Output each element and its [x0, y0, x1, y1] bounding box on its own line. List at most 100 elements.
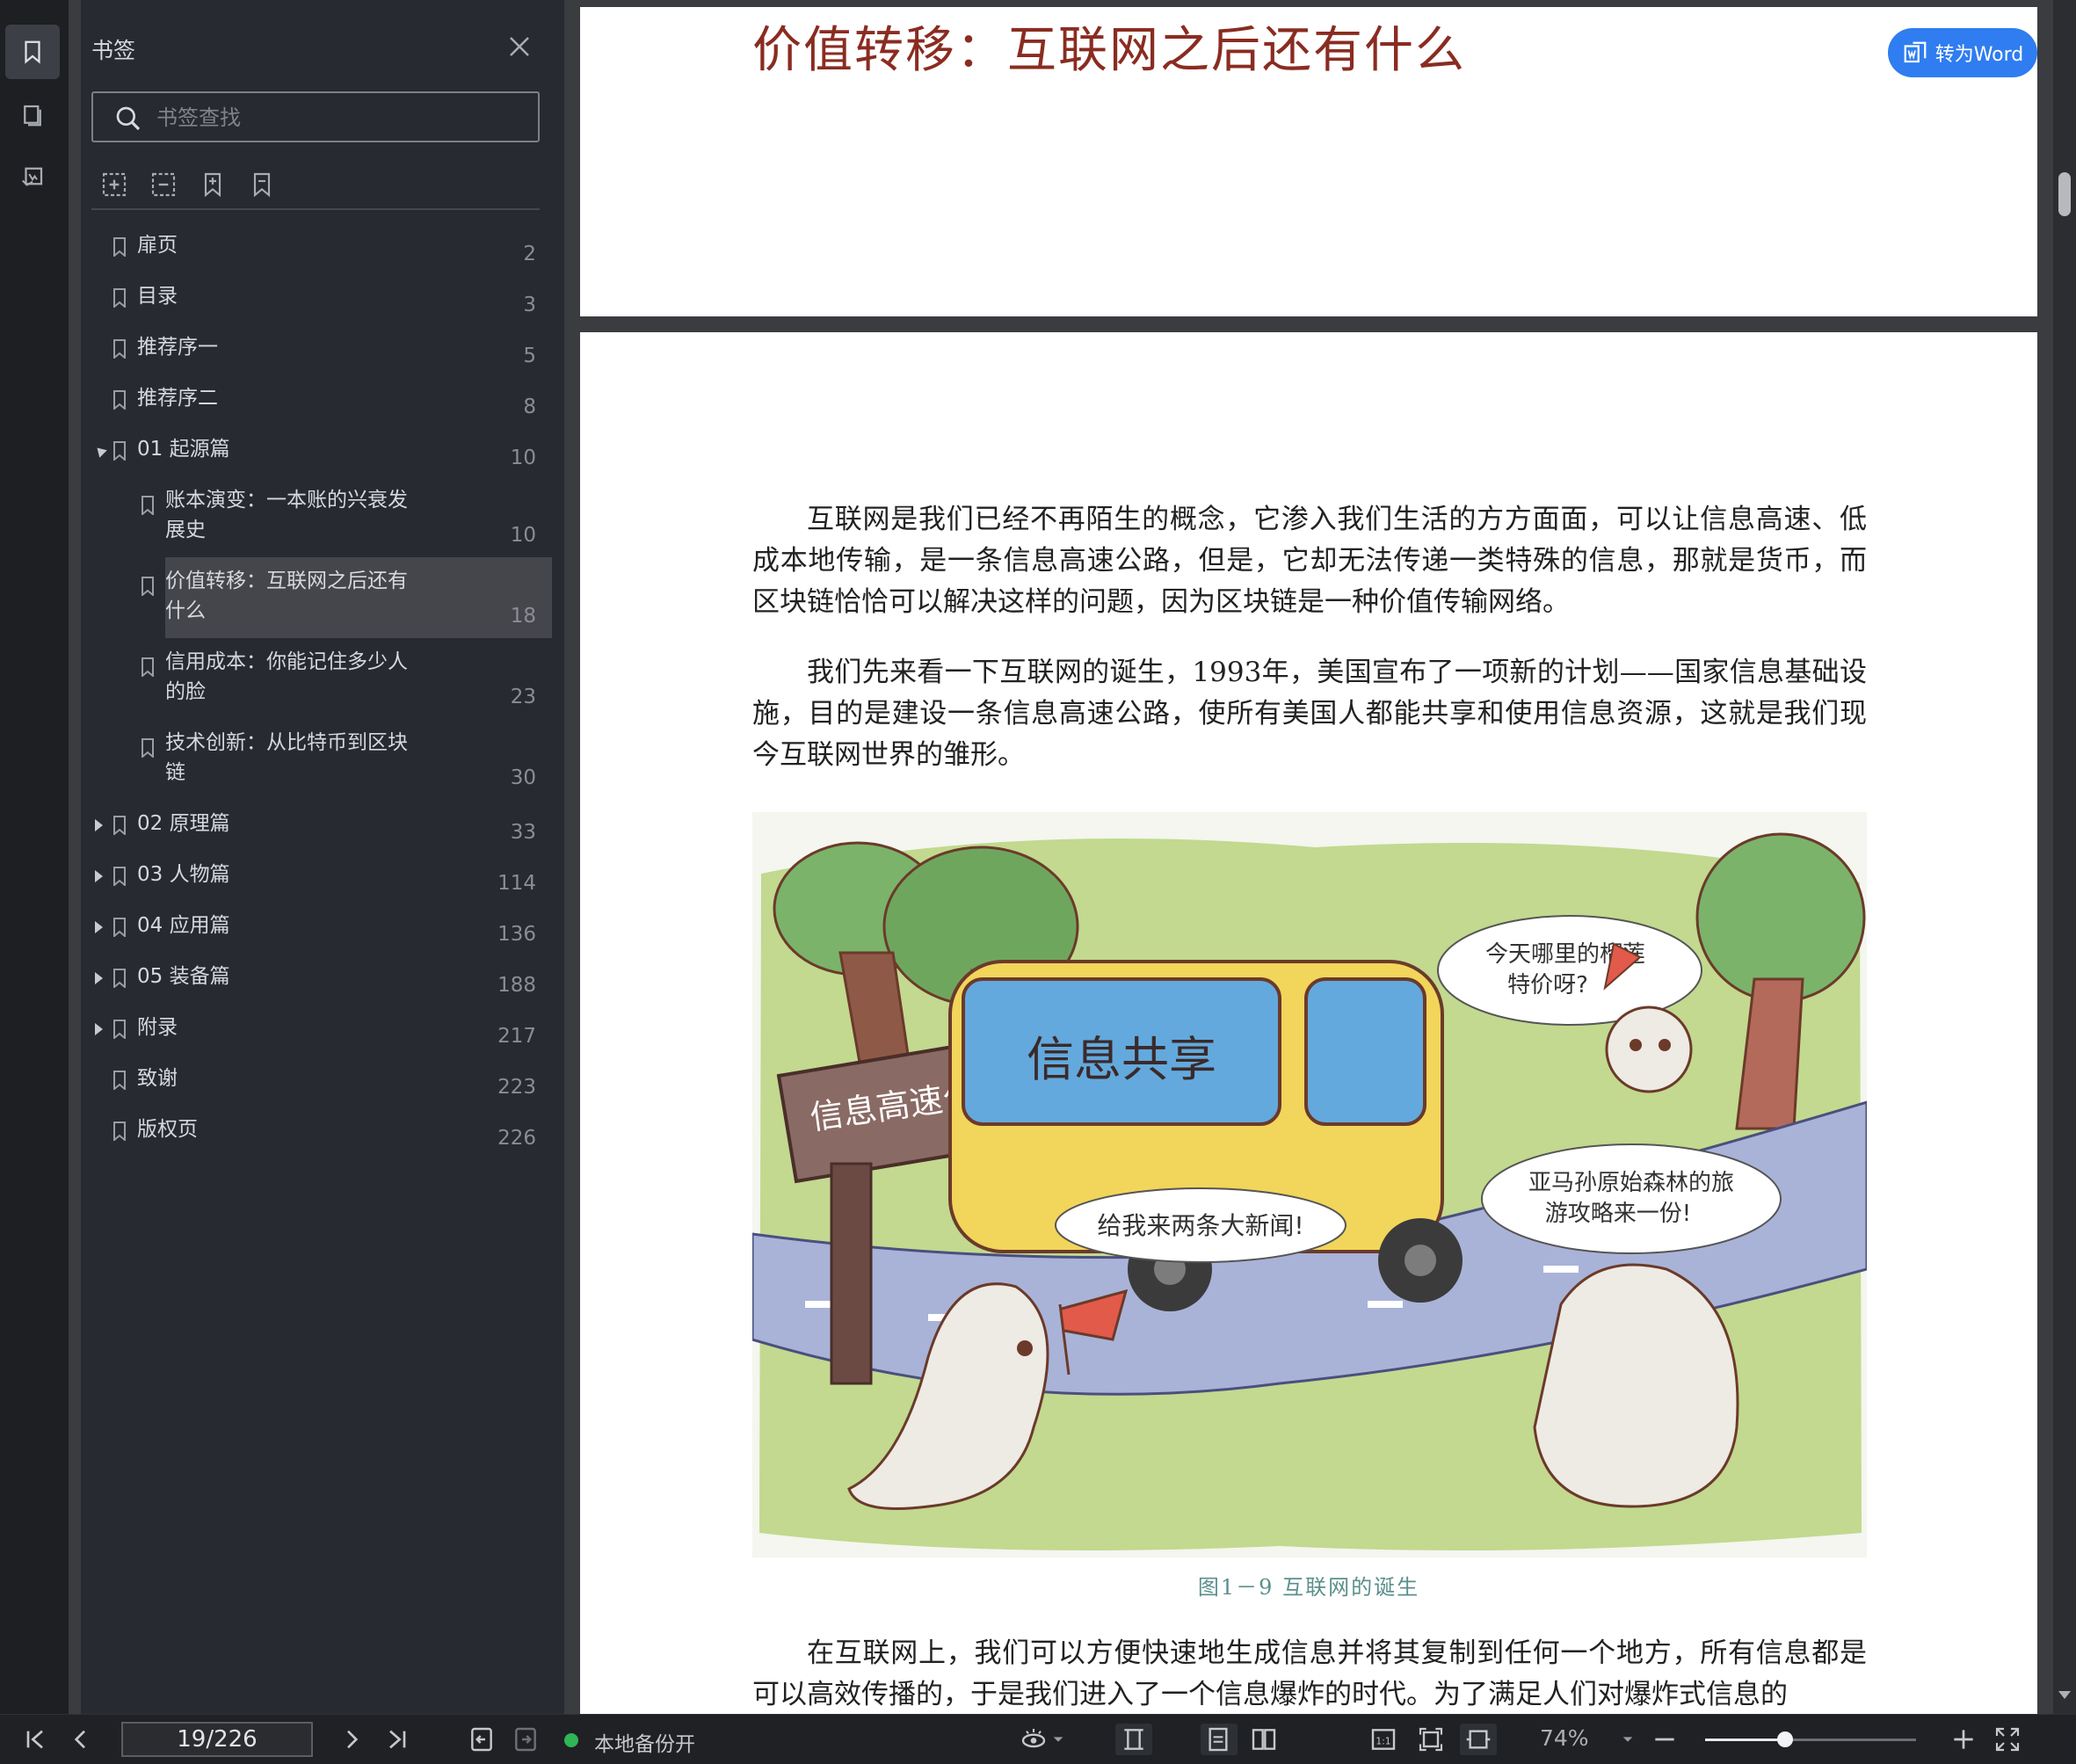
- bookmark-icon: [142, 577, 154, 596]
- bookmark-item[interactable]: 01 起源篇 10: [81, 425, 552, 476]
- bookmark-label: 附录: [137, 1016, 178, 1039]
- bookmark-label-line: 什么: [165, 599, 206, 622]
- panel-title: 书签: [91, 38, 136, 63]
- status-bar: 19/226 本地备份开 1:1 74%: [0, 1714, 2076, 1764]
- zoom-slider[interactable]: [1705, 1731, 1916, 1747]
- bookmark-page-number: 136: [497, 923, 536, 946]
- remove-bookmark-icon[interactable]: [248, 171, 276, 199]
- fit-page-icon[interactable]: [1417, 1725, 1445, 1753]
- bubble-right-line-1: 亚马孙原始森林的旅: [1528, 1170, 1734, 1196]
- bookmark-item[interactable]: 附录 217: [81, 1004, 552, 1055]
- zoom-in-icon[interactable]: [1949, 1725, 1978, 1753]
- bookmark-label: 推荐序一: [137, 336, 218, 359]
- collapsed-arrow-icon[interactable]: [95, 1023, 103, 1035]
- bookmark-label: 账本演变：一本账的兴衰发 展史: [165, 485, 408, 545]
- page-number-input[interactable]: 19/226: [121, 1722, 313, 1757]
- bubble-left-text: 给我来两条大新闻!: [1097, 1211, 1303, 1240]
- bookmark-item[interactable]: 03 人物篇 114: [81, 851, 552, 902]
- two-page-icon[interactable]: [1250, 1725, 1278, 1753]
- bubble-top-line-2: 特价呀?: [1507, 972, 1588, 998]
- actual-size-icon[interactable]: 1:1: [1369, 1725, 1397, 1753]
- back-view-icon[interactable]: [468, 1725, 496, 1753]
- bookmark-label: 03 人物篇: [137, 863, 230, 886]
- bookmark-tree: 扉页 2 目录 3 推荐序一 5 推荐序二 8 01 起源篇 10 账本演变：一本账的兴衰发 展史 10…: [81, 221, 564, 1157]
- fit-width-icon[interactable]: [1464, 1725, 1492, 1753]
- vertical-scrollbar[interactable]: [2053, 0, 2076, 1714]
- bookmark-label-line: 价值转移：互联网之后还有: [165, 570, 408, 592]
- zoom-level-text[interactable]: 74%: [1540, 1725, 1589, 1751]
- zoom-chevron-down-icon[interactable]: [1621, 1725, 1635, 1753]
- bookmark-page-number: 188: [497, 974, 536, 997]
- bookmark-search-box: [91, 91, 540, 142]
- svg-text:游攻略来一份!: 游攻略来一份!: [1545, 1201, 1691, 1227]
- collapsed-arrow-icon[interactable]: [95, 921, 103, 933]
- annotation-panel-button[interactable]: [5, 151, 60, 206]
- bookmark-label: 02 原理篇: [137, 812, 230, 835]
- bookmark-page-number: 10: [510, 524, 536, 547]
- svg-text:1:1: 1:1: [1376, 1735, 1390, 1746]
- bookmark-label: 05 装备篇: [137, 965, 230, 988]
- thumbnail-panel-button[interactable]: [5, 88, 60, 142]
- bookmark-item[interactable]: 04 应用篇 136: [81, 902, 552, 953]
- convert-to-word-label: 转为Word: [1934, 44, 2024, 66]
- collapsed-arrow-icon[interactable]: [95, 819, 103, 831]
- expanded-arrow-icon[interactable]: [93, 444, 107, 458]
- scroll-down-arrow-icon[interactable]: [2058, 1691, 2071, 1699]
- bookmark-search-input[interactable]: [155, 100, 527, 135]
- scroll-thumb[interactable]: [2058, 172, 2071, 216]
- bubble-right-line-2: 游攻略来一份!: [1545, 1201, 1691, 1227]
- bookmark-page-number: 223: [497, 1076, 536, 1099]
- bookmark-item[interactable]: 05 装备篇 188: [81, 953, 552, 1004]
- zoom-slider-handle[interactable]: [1777, 1731, 1794, 1747]
- forward-view-icon[interactable]: [512, 1725, 540, 1753]
- collapsed-arrow-icon[interactable]: [95, 972, 103, 984]
- document-view[interactable]: 价值转移：互联网之后还有什么 互联网是我们已经不再陌生的概念，它渗入我们生活的方…: [564, 0, 2053, 1714]
- last-page-icon[interactable]: [383, 1725, 411, 1753]
- bookmark-page-number: 226: [497, 1127, 536, 1150]
- panel-divider: [91, 208, 540, 210]
- bookmark-icon: [113, 1020, 126, 1039]
- svg-text:特价呀?: 特价呀?: [1507, 972, 1588, 998]
- fullscreen-icon[interactable]: [1993, 1725, 2022, 1753]
- bookmark-item[interactable]: 技术创新：从比特币到区块链 30: [81, 719, 552, 800]
- bookmark-item[interactable]: 致谢 223: [81, 1055, 552, 1106]
- bookmark-page-number: 3: [523, 294, 536, 316]
- bookmark-label-line: 技术创新：从比特币到区块: [165, 731, 408, 754]
- bookmark-page-number: 114: [497, 872, 536, 895]
- bookmark-item[interactable]: 信用成本：你能记住多少人 的脸 23: [81, 638, 552, 719]
- zoom-out-icon[interactable]: [1651, 1725, 1679, 1753]
- bookmark-icon: [113, 867, 126, 886]
- bookmark-icon: [113, 816, 126, 835]
- bookmark-icon: [113, 969, 126, 988]
- bookmark-panel-button[interactable]: [5, 25, 60, 79]
- close-icon[interactable]: [506, 33, 533, 60]
- eye-care-icon[interactable]: [1020, 1725, 1048, 1753]
- bookmark-page-number: 2: [523, 243, 536, 265]
- bookmark-item[interactable]: 价值转移：互联网之后还有 什么 18: [142, 557, 552, 638]
- bookmark-icon: [25, 40, 40, 64]
- next-page-icon[interactable]: [338, 1725, 366, 1753]
- bookmark-item[interactable]: 账本演变：一本账的兴衰发 展史 10: [81, 476, 552, 557]
- bookmark-page-number: 23: [510, 686, 536, 708]
- chevron-down-icon[interactable]: [1051, 1725, 1065, 1753]
- backup-status-text[interactable]: 本地备份开: [594, 1727, 695, 1757]
- bookmark-item[interactable]: 目录 3: [81, 272, 552, 323]
- single-page-icon[interactable]: [1204, 1725, 1232, 1753]
- expand-all-icon[interactable]: [100, 171, 128, 199]
- bookmark-icon: [113, 1122, 126, 1141]
- previous-page-icon[interactable]: [67, 1725, 95, 1753]
- add-bookmark-icon[interactable]: [199, 171, 227, 199]
- first-page-icon[interactable]: [21, 1725, 49, 1753]
- bookmark-item[interactable]: 推荐序一 5: [81, 323, 552, 374]
- collapse-all-icon[interactable]: [149, 171, 178, 199]
- bookmark-item[interactable]: 扉页 2: [81, 221, 552, 272]
- collapsed-arrow-icon[interactable]: [95, 870, 103, 882]
- convert-to-word-button[interactable]: 转为Word: [1888, 28, 2037, 77]
- bookmark-label: 目录: [137, 285, 178, 308]
- continuous-scroll-icon[interactable]: [1120, 1725, 1148, 1753]
- bookmark-item[interactable]: 版权页 226: [81, 1106, 552, 1157]
- search-icon: [116, 106, 141, 131]
- bookmark-icon: [113, 339, 126, 359]
- bookmark-item[interactable]: 推荐序二 8: [81, 374, 552, 425]
- bookmark-item[interactable]: 02 原理篇 33: [81, 800, 552, 851]
